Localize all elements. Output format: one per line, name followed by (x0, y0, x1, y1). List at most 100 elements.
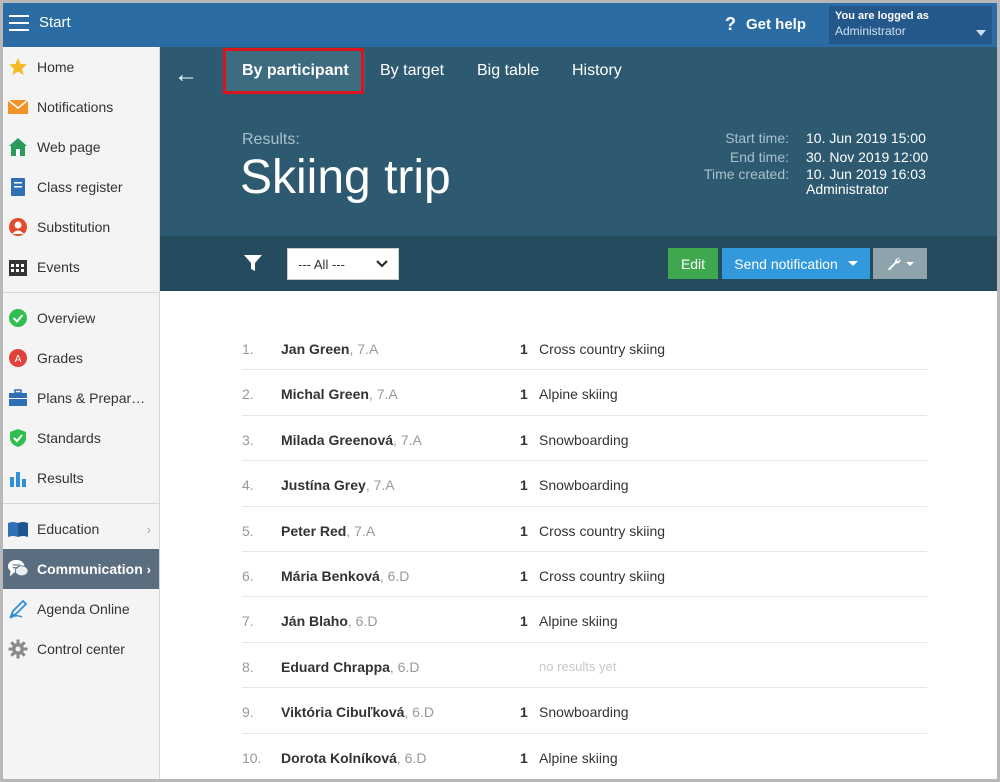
sidebar-item-plans[interactable]: Plans & Preparations (3, 378, 159, 418)
user-name: Administrator (835, 24, 906, 38)
sidebar-item-substitution[interactable]: Substitution (3, 207, 159, 247)
book-icon (7, 176, 29, 198)
participant-name-text: Ján Blaho (281, 613, 348, 630)
row-number: 10. (242, 749, 262, 766)
participant-name: Eduard Chrappa, 6.D (281, 659, 419, 675)
tab-by-target[interactable]: By target (364, 51, 460, 91)
tab-history[interactable]: History (556, 51, 638, 91)
participant-class: , 6.D (389, 658, 420, 675)
envelope-icon (7, 96, 29, 118)
participant-name: Jan Green, 7.A (281, 341, 378, 357)
pen-icon (7, 598, 29, 620)
result-target: Cross country skiing (539, 522, 666, 539)
sidebar-item-label: Class register (37, 179, 123, 195)
user-menu[interactable]: You are logged as Administrator (829, 6, 992, 44)
table-row[interactable]: 10. Dorota Kolníková, 6.D 1 Alpine skiing (242, 734, 927, 779)
filter-icon[interactable] (244, 255, 262, 277)
result-score: 1 (520, 749, 528, 766)
no-result-text: no results yet (539, 658, 617, 674)
participant-name: Ján Blaho, 6.D (281, 613, 377, 629)
sidebar-item-communication[interactable]: Communication › (3, 549, 159, 589)
participant-class: , 6.D (379, 567, 410, 584)
app-frame: Start ? Get help You are logged as Admin… (0, 0, 1000, 782)
wrench-icon (888, 257, 901, 270)
participant-name: Mária Benková, 6.D (281, 568, 409, 584)
svg-text:A: A (15, 354, 22, 365)
sidebar-item-label: Notifications (37, 99, 114, 115)
result-score: 1 (520, 477, 528, 494)
participant-name: Milada Greenová, 7.A (281, 432, 422, 448)
row-number: 1. (242, 341, 254, 357)
result-target: Cross country skiing (539, 341, 666, 357)
tools-dropdown-button[interactable] (873, 248, 927, 279)
participant-class: , 6.D (404, 704, 434, 721)
time-created-label: Time created: (703, 166, 789, 182)
time-created-value: 10. Jun 2019 16:03 (806, 166, 926, 182)
table-row[interactable]: 1. Jan Green, 7.A 1 Cross country skiing (242, 325, 927, 371)
result-score: 1 (520, 567, 528, 584)
logged-in-label: You are logged as (835, 10, 929, 22)
participant-name: Peter Red, 7.A (281, 523, 375, 539)
sidebar-item-standards[interactable]: Standards (3, 418, 159, 458)
sidebar-item-overview[interactable]: Overview (3, 298, 159, 338)
sidebar-item-events[interactable]: Events (3, 247, 159, 287)
sidebar-item-control-center[interactable]: Control center (3, 629, 159, 669)
sidebar-item-label: Education (37, 521, 100, 537)
row-number: 2. (242, 386, 254, 403)
table-row[interactable]: 5. Peter Red, 7.A 1 Cross country skiing (242, 507, 927, 552)
start-label[interactable]: Start (39, 14, 71, 31)
participant-name: Justína Grey, 7.A (281, 477, 395, 493)
briefcase-icon (7, 387, 29, 409)
tab-big-table[interactable]: Big table (461, 51, 555, 91)
sidebar-item-label: Results (37, 470, 84, 486)
table-row[interactable]: 4. Justína Grey, 7.A 1 Snowboarding (242, 461, 927, 507)
sidebar-item-web-page[interactable]: Web page (3, 127, 159, 167)
table-row[interactable]: 8. Eduard Chrappa, 6.D no results yet (242, 643, 927, 689)
sidebar-item-education[interactable]: Education › (3, 509, 159, 549)
result-score: 1 (520, 431, 528, 448)
end-time-value: 30. Nov 2019 12:00 (806, 149, 929, 165)
participant-class: , 6.D (396, 749, 427, 766)
sidebar-item-results[interactable]: Results (3, 458, 159, 498)
result-score: 1 (520, 613, 528, 630)
back-arrow-icon[interactable]: ← (174, 61, 198, 89)
sidebar-divider (3, 292, 159, 293)
grade-icon: A (7, 347, 29, 369)
shield-check-icon (7, 427, 29, 449)
open-book-icon (7, 518, 29, 540)
participant-class: , 7.A (393, 431, 422, 448)
participant-name-text: Peter Red (281, 522, 347, 539)
get-help-button[interactable]: ? Get help (725, 14, 806, 35)
sidebar-item-label: Home (37, 59, 75, 75)
sidebar-item-notifications[interactable]: Notifications (3, 87, 159, 127)
sidebar-item-agenda-online[interactable]: Agenda Online (3, 589, 159, 629)
edit-button[interactable]: Edit (668, 248, 718, 279)
row-number: 3. (242, 431, 254, 448)
results-header: ← By participant By target Big table His… (160, 47, 997, 236)
calendar-icon (7, 256, 29, 278)
star-icon (7, 56, 29, 78)
table-row[interactable]: 6. Mária Benková, 6.D 1 Cross country skiin… (242, 552, 927, 598)
table-row[interactable]: 3. Milada Greenová, 7.A 1 Snowboarding (242, 416, 927, 462)
sidebar-item-class-register[interactable]: Class register (3, 167, 159, 207)
table-row[interactable]: 9. Viktória Cibuľková, 6.D 1 Snowboarding (242, 688, 927, 734)
result-target: Alpine skiing (539, 613, 618, 630)
row-number: 4. (242, 477, 254, 494)
results-label: Results: (242, 131, 300, 148)
participant-class: , 7.A (346, 522, 376, 539)
table-row[interactable]: 2. Michal Green, 7.A 1 Alpine skiing (242, 370, 927, 416)
sidebar-item-grades[interactable]: A Grades (3, 338, 159, 378)
filter-select[interactable]: --- All --- (287, 248, 399, 280)
results-toolbar: --- All --- Edit Send notification (160, 236, 997, 291)
participant-class: , 6.D (347, 613, 378, 630)
send-notification-button[interactable]: Send notification (722, 248, 870, 279)
row-number: 7. (242, 613, 254, 630)
check-circle-icon (7, 307, 29, 329)
sidebar-item-label: Plans & Preparations (37, 390, 149, 406)
participant-name-text: Eduard Chrappa (281, 658, 390, 675)
sidebar-item-home[interactable]: Home (3, 47, 159, 87)
sidebar-divider (3, 503, 159, 504)
table-row[interactable]: 7. Ján Blaho, 6.D 1 Alpine skiing (242, 597, 927, 643)
tab-highlight-box (223, 48, 364, 94)
hamburger-menu-icon[interactable] (9, 15, 29, 33)
